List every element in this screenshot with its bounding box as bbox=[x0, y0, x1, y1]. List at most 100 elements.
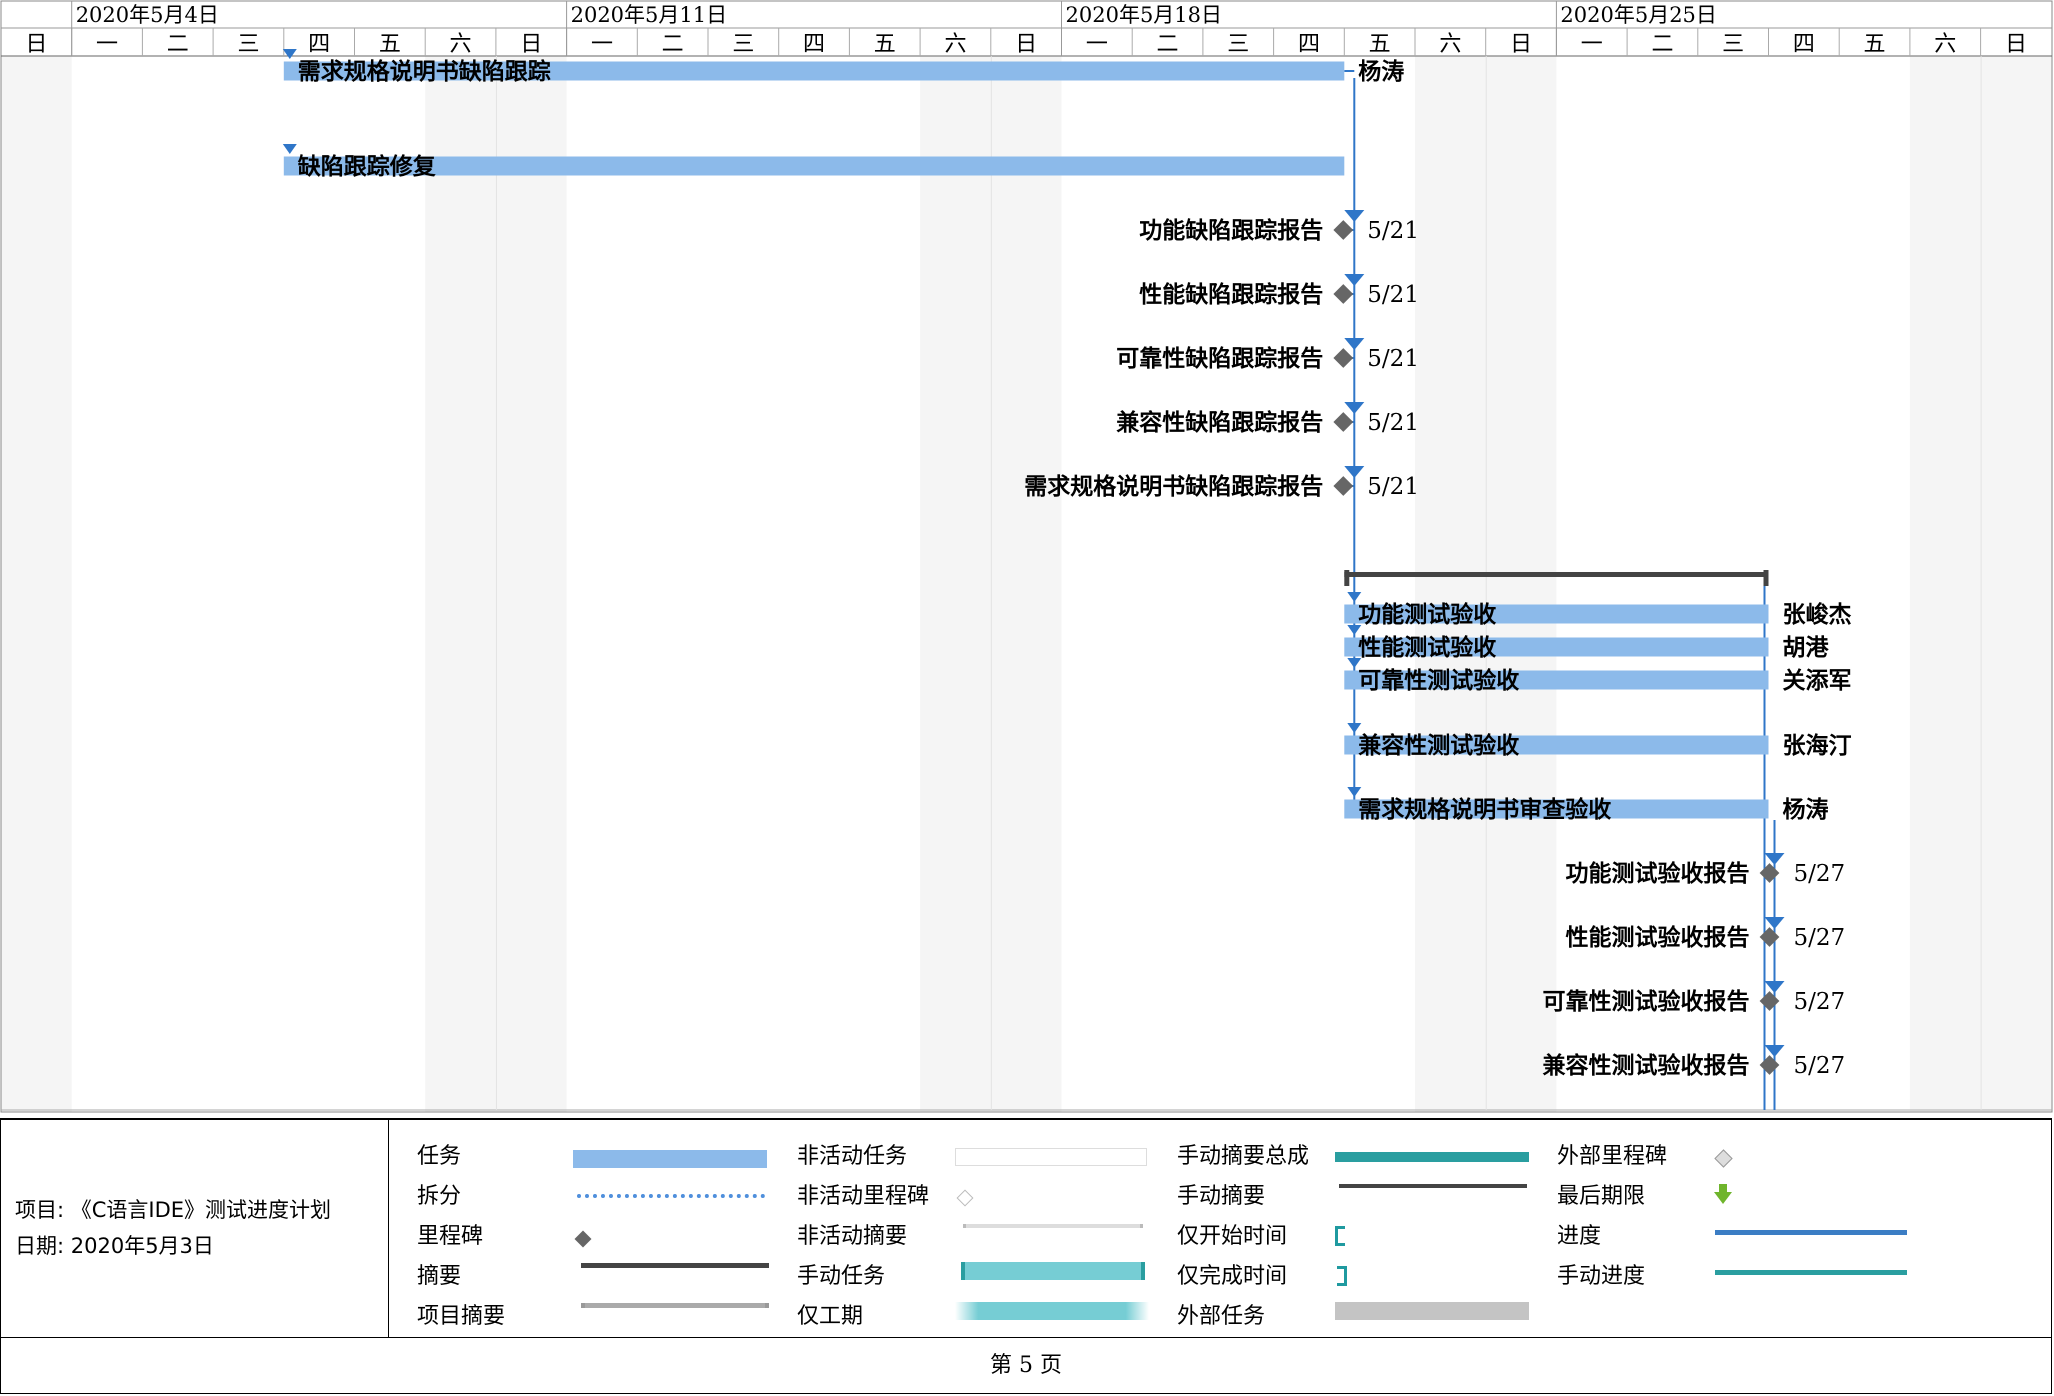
milestone-label: 功能缺陷跟踪报告 bbox=[1139, 217, 1323, 244]
summary-bar-cap bbox=[1763, 570, 1769, 586]
milestone-date: 5/21 bbox=[1367, 282, 1419, 308]
day-label: 三 bbox=[1227, 32, 1249, 57]
milestone-date: 5/27 bbox=[1794, 925, 1846, 951]
day-label: 日 bbox=[520, 32, 542, 57]
dependency-arrowhead bbox=[1344, 466, 1365, 478]
milestone-diamond bbox=[1759, 991, 1780, 1011]
dependency-arrowhead bbox=[1347, 787, 1362, 797]
weekend-shade bbox=[920, 56, 991, 1112]
day-label: 二 bbox=[1651, 32, 1673, 57]
milestone-label: 需求规格说明书缺陷跟踪报告 bbox=[1024, 473, 1323, 500]
task-label: 功能测试验收 bbox=[1358, 601, 1496, 628]
task-label: 可靠性测试验收 bbox=[1358, 667, 1519, 694]
day-label: 三 bbox=[732, 32, 754, 57]
day-label: 三 bbox=[237, 32, 259, 57]
legend-progress-line bbox=[1715, 1230, 1907, 1235]
dependency-arrowhead bbox=[1347, 723, 1362, 733]
milestone-diamond bbox=[1333, 476, 1354, 496]
project-info: 项目: 《C语言IDE》测试进度计划 日期: 2020年5月3日 bbox=[1, 1120, 389, 1337]
legend-label-manual-summary: 手动摘要 bbox=[1177, 1184, 1266, 1209]
milestone-date: 5/21 bbox=[1367, 218, 1419, 244]
legend-label-manual-task: 手动任务 bbox=[797, 1264, 886, 1289]
legend-inactive-milestone-diamond bbox=[956, 1189, 974, 1207]
day-label: 日 bbox=[2005, 32, 2027, 57]
legend-inactive-task-bar bbox=[955, 1148, 1147, 1166]
project-title: 项目: 《C语言IDE》测试进度计划 bbox=[15, 1198, 332, 1222]
legend-label-finish-only: 仅完成时间 bbox=[1177, 1264, 1288, 1289]
task-label: 兼容性测试验收 bbox=[1358, 732, 1519, 759]
milestone-label: 性能测试验收报告 bbox=[1566, 924, 1750, 951]
day-label: 二 bbox=[662, 32, 684, 57]
legend-milestone-diamond bbox=[574, 1230, 592, 1248]
dependency-arrowhead bbox=[1344, 210, 1365, 222]
task-label: 需求规格说明书审查验收 bbox=[1358, 796, 1611, 823]
legend-label-inactive-milestone: 非活动里程碑 bbox=[797, 1184, 930, 1209]
milestone-label: 可靠性测试验收报告 bbox=[1543, 988, 1750, 1015]
milestone-date: 5/21 bbox=[1367, 346, 1419, 372]
milestone-diamond bbox=[1759, 1055, 1780, 1075]
legend-task-bar bbox=[573, 1150, 767, 1168]
day-label: 五 bbox=[1369, 32, 1391, 57]
legend-panel: 项目: 《C语言IDE》测试进度计划 日期: 2020年5月3日 任务 拆分 里… bbox=[0, 1118, 2052, 1338]
day-label: 二 bbox=[167, 32, 189, 57]
resource-label: 杨涛 bbox=[1358, 58, 1404, 85]
week-label: 2020年5月25日 bbox=[1560, 3, 1717, 27]
legend-label-milestone: 里程碑 bbox=[417, 1224, 484, 1249]
project-date: 日期: 2020年5月3日 bbox=[15, 1234, 214, 1258]
milestone-date: 5/27 bbox=[1794, 861, 1846, 887]
day-label: 日 bbox=[1015, 32, 1037, 57]
dependency-arrowhead bbox=[1344, 338, 1365, 350]
resource-label: 张海汀 bbox=[1783, 732, 1852, 759]
legend-label-task: 任务 bbox=[417, 1144, 462, 1169]
day-label: 五 bbox=[874, 32, 896, 57]
summary-bar-cap bbox=[1344, 570, 1350, 586]
weekend-shade bbox=[1909, 56, 1981, 1112]
day-label: 五 bbox=[1864, 32, 1886, 57]
legend-label-summary: 摘要 bbox=[417, 1264, 462, 1289]
day-label: 日 bbox=[25, 32, 47, 57]
milestone-diamond bbox=[1759, 863, 1780, 883]
day-label: 四 bbox=[308, 32, 330, 57]
legend-label-inactive-task: 非活动任务 bbox=[797, 1144, 908, 1169]
dependency-arrowhead bbox=[1344, 274, 1365, 286]
legend-label-deadline: 最后期限 bbox=[1557, 1184, 1646, 1209]
legend-label-manual-summary-rollup: 手动摘要总成 bbox=[1177, 1144, 1310, 1169]
legend-manual-task-bar bbox=[961, 1262, 1145, 1280]
milestone-label: 性能缺陷跟踪报告 bbox=[1139, 281, 1323, 308]
legend-summary-bar bbox=[581, 1263, 769, 1268]
milestone-diamond bbox=[1333, 284, 1354, 304]
day-label: 一 bbox=[96, 32, 118, 57]
milestone-label: 兼容性测试验收报告 bbox=[1543, 1052, 1750, 1079]
legend-label-split: 拆分 bbox=[417, 1184, 462, 1209]
legend-label-external-milestone: 外部里程碑 bbox=[1557, 1144, 1668, 1169]
day-label: 三 bbox=[1722, 32, 1744, 57]
deadline-arrow-icon bbox=[1714, 1184, 1732, 1204]
milestone-label: 可靠性缺陷跟踪报告 bbox=[1116, 345, 1323, 372]
summary-bar bbox=[1344, 572, 1769, 577]
legend-label-external-task: 外部任务 bbox=[1177, 1304, 1266, 1329]
milestone-label: 功能测试验收报告 bbox=[1566, 860, 1750, 887]
day-label: 六 bbox=[450, 32, 472, 57]
day-label: 二 bbox=[1157, 32, 1179, 57]
week-label: 2020年5月11日 bbox=[571, 3, 728, 27]
dependency-arrowhead bbox=[1347, 592, 1362, 602]
day-label: 一 bbox=[1086, 32, 1108, 57]
day-label: 四 bbox=[1298, 32, 1320, 57]
dependency-arrowhead bbox=[1344, 402, 1365, 414]
milestone-label: 兼容性缺陷跟踪报告 bbox=[1116, 409, 1323, 436]
day-label: 一 bbox=[1581, 32, 1603, 57]
page-footer: 第 5 页 bbox=[0, 1338, 2052, 1394]
resource-label: 关添军 bbox=[1783, 667, 1852, 694]
legend-duration-only-bar bbox=[955, 1302, 1149, 1320]
resource-label: 张峻杰 bbox=[1783, 601, 1852, 628]
legend-label-progress: 进度 bbox=[1557, 1224, 1602, 1249]
weekend-shade bbox=[1415, 56, 1486, 1112]
legend-external-task-bar bbox=[1335, 1302, 1529, 1320]
day-label: 六 bbox=[944, 32, 966, 57]
task-label: 需求规格说明书缺陷跟踪 bbox=[298, 58, 551, 85]
resource-label: 杨涛 bbox=[1783, 796, 1829, 823]
day-label: 六 bbox=[1439, 32, 1461, 57]
dependency-arrowhead bbox=[1764, 917, 1785, 929]
weekend-shade bbox=[1, 56, 72, 1112]
day-label: 六 bbox=[1934, 32, 1956, 57]
